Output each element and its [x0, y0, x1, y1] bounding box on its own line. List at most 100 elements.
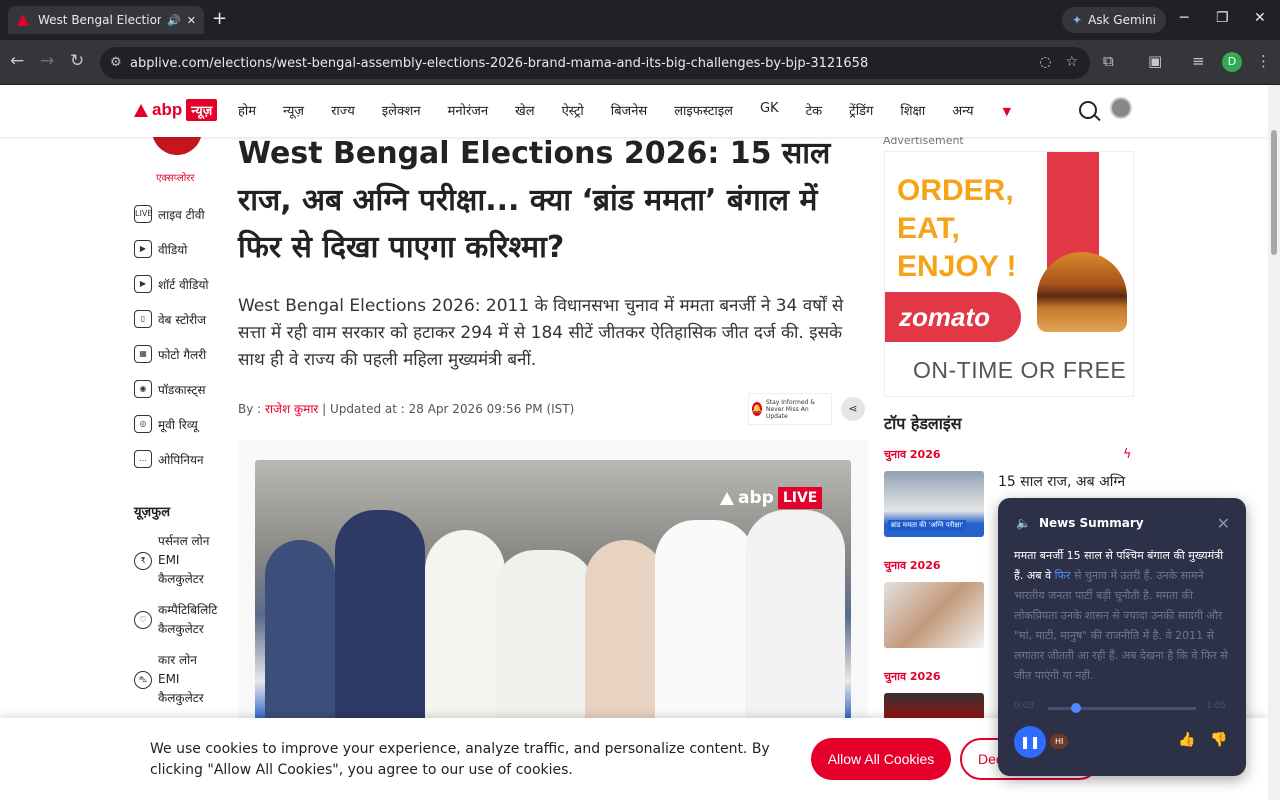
time-start: 0:03 [1014, 701, 1035, 711]
category-label[interactable]: चुनाव 2026 [884, 558, 941, 573]
scrollbar-thumb[interactable] [1271, 130, 1277, 255]
sidebar-item-photo-gallery[interactable]: ▦ फोटो गैलरी [134, 345, 206, 363]
movie-review-icon: ◎ [134, 415, 152, 433]
calc-compatibility[interactable]: ♡ कम्पैटिबिलिटि कैलकुलेटर [134, 601, 217, 639]
article-headline: West Bengal Elections 2026: 15 साल राज, … [238, 136, 831, 265]
nav-more-label: अन्य [952, 104, 974, 119]
ad-line: EAT, [897, 212, 960, 245]
sidebar-item-web-stories[interactable]: ▯ वेब स्टोरीज [134, 310, 206, 328]
news-summary-panel: 🔈 News Summary ✕ ममता बनर्जी 15 साल से प… [998, 498, 1246, 776]
allow-cookies-button[interactable]: Allow All Cookies [811, 738, 951, 780]
gemini-icon: ✦ [1072, 13, 1083, 27]
sidebar-item-video[interactable]: ▶ वीडियो [134, 240, 187, 258]
calc-line: EMI [158, 672, 180, 686]
calc-car-loan[interactable]: ⛍ कार लोन EMI कैलकुलेटर [134, 651, 204, 708]
progress-knob[interactable] [1071, 703, 1082, 713]
headline-thumbnail[interactable] [884, 582, 984, 648]
calc-line: कम्पैटिबिलिटि [158, 603, 218, 617]
sidebar-item-live-tv[interactable]: LIVE लाइव टीवी [134, 205, 205, 223]
sidebar-item-label: वीडियो [158, 242, 188, 257]
article-summary: West Bengal Elections 2026: 2011 के विधा… [238, 296, 844, 370]
nav-item[interactable]: राज्य [331, 101, 355, 119]
speaker-icon: 🔈 [1016, 516, 1031, 530]
summary-current-word: फिर [1054, 569, 1071, 582]
abp-live-badge: abp LIVE [720, 487, 823, 509]
sidebar-item-podcasts[interactable]: ◉ पॉडकास्ट्स [134, 380, 206, 398]
close-tab-icon[interactable]: ✕ [187, 14, 196, 27]
nav-item[interactable]: न्यूज़ [283, 101, 304, 119]
nav-item[interactable]: लाइफस्टाइल [674, 101, 733, 119]
site-info-icon[interactable]: ⚙ [110, 55, 122, 70]
reading-list-icon[interactable]: ≡ [1192, 52, 1205, 70]
calc-line: कैलकुलेटर [158, 572, 204, 586]
sidebar-item-opinion[interactable]: … ओपिनियन [134, 450, 204, 468]
forward-icon[interactable]: → [40, 51, 54, 71]
maximize-icon[interactable]: ❐ [1216, 10, 1229, 26]
reload-icon[interactable]: ↻ [70, 51, 84, 71]
extensions-icon[interactable]: ⧉ [1103, 52, 1114, 70]
eye-off-icon[interactable]: ◌ [1039, 54, 1051, 70]
tab-search-icon[interactable]: ▣ [1148, 52, 1162, 70]
calc-line: कैलकुलेटर [158, 622, 204, 636]
profile-avatar[interactable]: D [1222, 52, 1242, 72]
category-label[interactable]: चुनाव 2026 [884, 669, 941, 684]
ask-gemini-button[interactable]: ✦ Ask Gemini [1062, 7, 1166, 33]
nav-item[interactable]: शिक्षा [900, 101, 925, 119]
page-scrollbar[interactable] [1268, 85, 1280, 800]
address-bar[interactable]: ⚙ abplive.com/elections/west-bengal-asse… [100, 47, 1090, 79]
nav-item[interactable]: मनोरंजन [448, 101, 489, 119]
back-icon[interactable]: ← [10, 51, 24, 71]
sidebar-item-label: पॉडकास्ट्स [158, 382, 206, 397]
nav-item[interactable]: ऐस्ट्रो [562, 101, 584, 119]
close-icon[interactable]: ✕ [1217, 514, 1230, 533]
updated-time: | Updated at : 28 Apr 2026 09:56 PM (IST… [322, 402, 575, 416]
podcast-icon: ◉ [134, 380, 152, 398]
sidebar-item-short-video[interactable]: ▶ शॉर्ट वीडियो [134, 275, 209, 293]
nav-item[interactable]: GK [760, 101, 779, 119]
share-icon[interactable]: ⋖ [841, 397, 865, 421]
speaker-icon[interactable]: 🔊 [167, 14, 181, 27]
category-label[interactable]: चुनाव 2026 [884, 447, 941, 462]
site-header: abp न्यूज़ होम न्यूज़ राज्य इलेक्शन मनोर… [0, 85, 1268, 137]
sidebar-item-label: वेब स्टोरीज [158, 312, 207, 327]
close-window-icon[interactable]: ✕ [1254, 10, 1266, 26]
sidebar-item-movie-review[interactable]: ◎ मूवी रिव्यू [134, 415, 198, 433]
notification-subscribe[interactable]: 🔔 Stay Informed & Never Miss An Update [748, 393, 832, 425]
minimize-icon[interactable]: ─ [1180, 10, 1188, 26]
browser-tab[interactable]: West Bengal Elections 2026 🔊 ✕ [8, 6, 204, 34]
user-avatar-icon[interactable] [1110, 97, 1132, 119]
search-icon[interactable] [1079, 101, 1097, 119]
nav-more[interactable]: अन्य ▼ [952, 101, 1038, 119]
bookmark-star-icon[interactable]: ☆ [1065, 54, 1078, 70]
menu-dots-icon[interactable]: ⋮ [1256, 52, 1271, 70]
zomato-ad[interactable]: ORDER, EAT, ENJOY ! zomato ON-TIME OR FR… [884, 151, 1134, 397]
pause-button[interactable]: ❚❚ [1014, 726, 1046, 758]
abp-logo[interactable]: abp न्यूज़ [134, 99, 218, 121]
nav-item[interactable]: ट्रेंडिंग [849, 101, 873, 119]
short-video-icon: ▶ [134, 275, 152, 293]
language-badge[interactable]: HI [1050, 734, 1069, 749]
new-tab-button[interactable]: + [212, 9, 227, 29]
burger-image [1037, 252, 1127, 332]
news-summary-header: 🔈 News Summary [1016, 516, 1144, 530]
browser-toolbar: ← → ↻ ⚙ abplive.com/elections/west-benga… [0, 40, 1280, 85]
logo-news-text: न्यूज़ [186, 99, 218, 121]
thumbs-up-icon[interactable]: 👍 [1178, 732, 1195, 748]
calc-personal-loan[interactable]: ₹ पर्सनल लोन EMI कैलकुलेटर [134, 532, 209, 589]
author-link[interactable]: राजेश कुमार [265, 402, 318, 416]
headline-title[interactable]: 15 साल राज, अब अग्नि [998, 472, 1125, 491]
abp-logo-icon [134, 103, 148, 117]
audio-progress-slider[interactable] [1048, 703, 1196, 713]
lightning-icon: ϟ [1123, 447, 1132, 462]
nav-item[interactable]: होम [238, 101, 256, 119]
nav-item[interactable]: टेक [806, 101, 823, 119]
nav-item[interactable]: इलेक्शन [382, 101, 421, 119]
live-abp-text: abp [738, 488, 774, 508]
thumbs-down-icon[interactable]: 👎 [1210, 732, 1227, 748]
ask-gemini-label: Ask Gemini [1088, 13, 1156, 27]
nav-item[interactable]: खेल [515, 101, 534, 119]
headline-thumbnail[interactable]: ब्रांड ममता की 'अग्नि परीक्षा' [884, 471, 984, 537]
opinion-icon: … [134, 450, 152, 468]
cookie-text: We use cookies to improve your experienc… [150, 741, 770, 778]
nav-item[interactable]: बिजनेस [611, 101, 647, 119]
